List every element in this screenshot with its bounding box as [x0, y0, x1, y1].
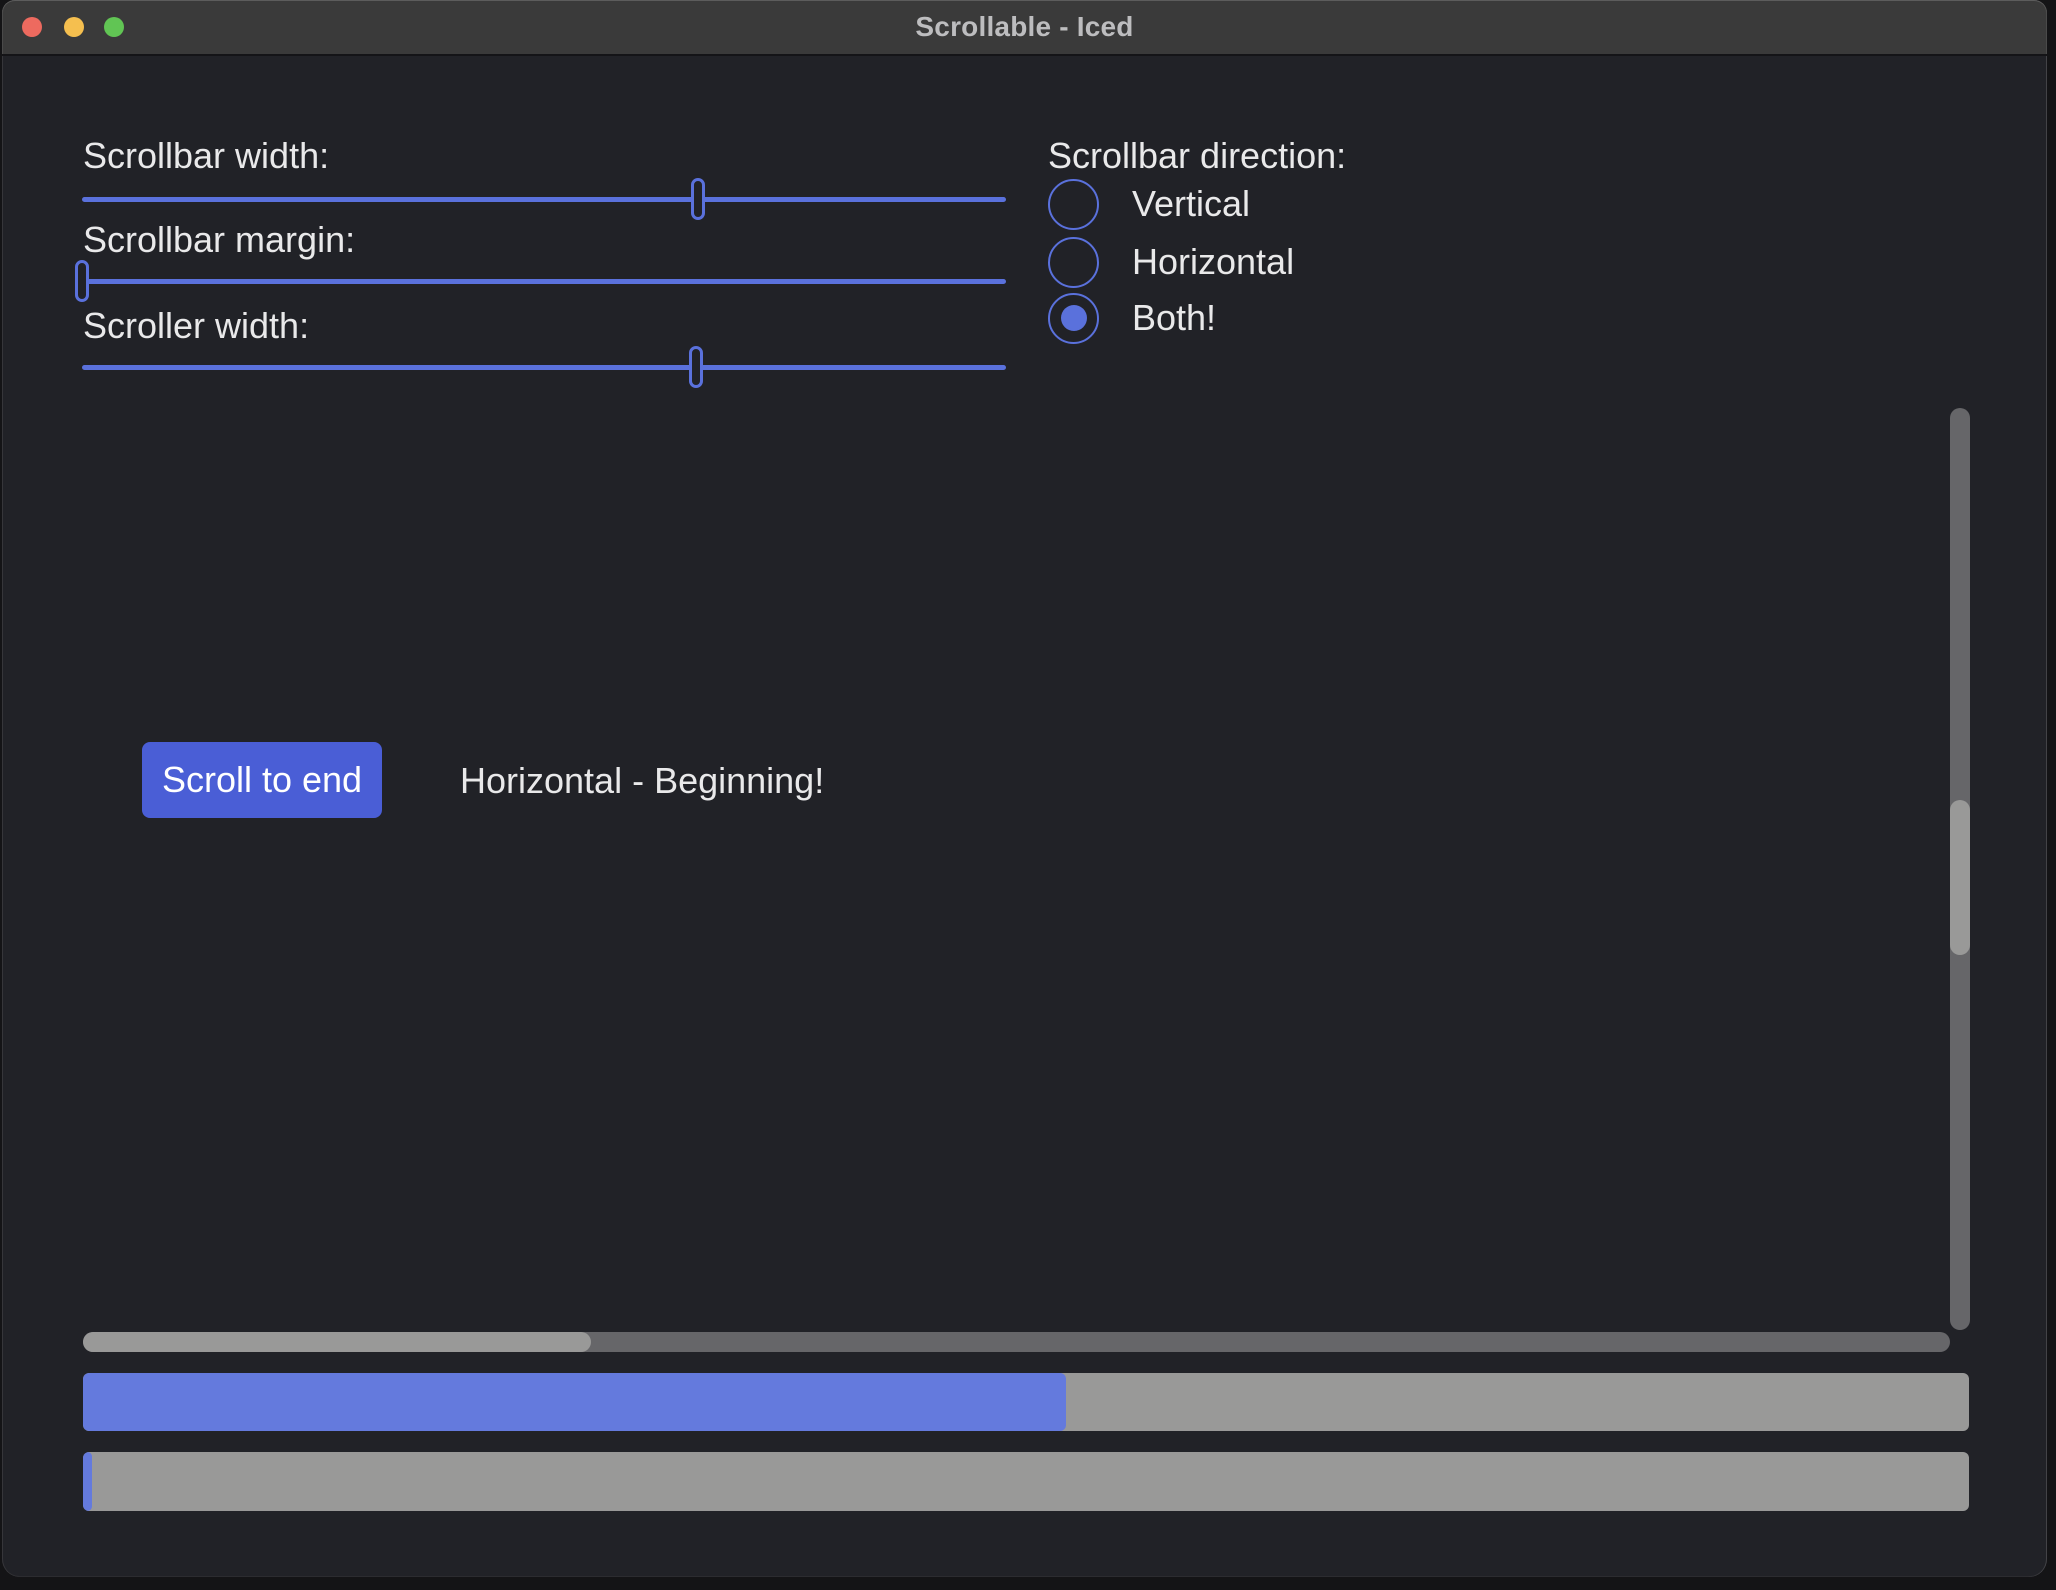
- minimize-button[interactable]: [64, 17, 84, 37]
- radio-label: Vertical: [1132, 183, 1250, 225]
- slider-rail[interactable]: [82, 365, 1006, 370]
- horizontal-scrollbar-track[interactable]: [83, 1332, 1950, 1352]
- window-title: Scrollable - Iced: [2, 0, 2047, 54]
- vertical-scrollbar-thumb[interactable]: [1950, 800, 1970, 955]
- progress-fill: [83, 1452, 92, 1511]
- close-button[interactable]: [22, 17, 42, 37]
- scrollbar-width-slider[interactable]: [82, 178, 1006, 220]
- app-window: Scrollable - Iced Scrollbar width: Scrol…: [0, 0, 2056, 1590]
- slider-rail[interactable]: [82, 279, 1006, 284]
- scroll-to-end-button[interactable]: Scroll to end: [142, 742, 382, 818]
- horizontal-progress-bar: [83, 1452, 1969, 1511]
- radio-option-horizontal[interactable]: Horizontal: [1048, 236, 1294, 288]
- radio-label: Both!: [1132, 297, 1216, 339]
- radio-option-vertical[interactable]: Vertical: [1048, 178, 1250, 230]
- progress-fill: [83, 1373, 1066, 1431]
- scrollbar-width-label: Scrollbar width:: [83, 132, 329, 179]
- scroller-width-label: Scroller width:: [83, 302, 309, 349]
- scrollbar-direction-label: Scrollbar direction:: [1048, 132, 1346, 179]
- slider-handle[interactable]: [691, 178, 705, 220]
- scrollbar-margin-label: Scrollbar margin:: [83, 216, 355, 263]
- radio-circle[interactable]: [1048, 293, 1099, 344]
- slider-handle[interactable]: [689, 346, 703, 388]
- slider-rail[interactable]: [82, 197, 1006, 202]
- radio-option-both[interactable]: Both!: [1048, 292, 1216, 344]
- scrollbar-margin-slider[interactable]: [82, 260, 1006, 302]
- vertical-progress-bar: [83, 1373, 1969, 1431]
- vertical-scrollbar-track[interactable]: [1950, 408, 1970, 1330]
- radio-circle[interactable]: [1048, 237, 1099, 288]
- horizontal-scrollbar-thumb[interactable]: [83, 1332, 591, 1352]
- radio-label: Horizontal: [1132, 241, 1294, 283]
- slider-handle[interactable]: [75, 260, 89, 302]
- horizontal-status-text: Horizontal - Beginning!: [460, 757, 824, 804]
- zoom-button[interactable]: [104, 17, 124, 37]
- radio-circle[interactable]: [1048, 179, 1099, 230]
- titlebar: Scrollable - Iced: [2, 0, 2047, 56]
- scroller-width-slider[interactable]: [82, 346, 1006, 388]
